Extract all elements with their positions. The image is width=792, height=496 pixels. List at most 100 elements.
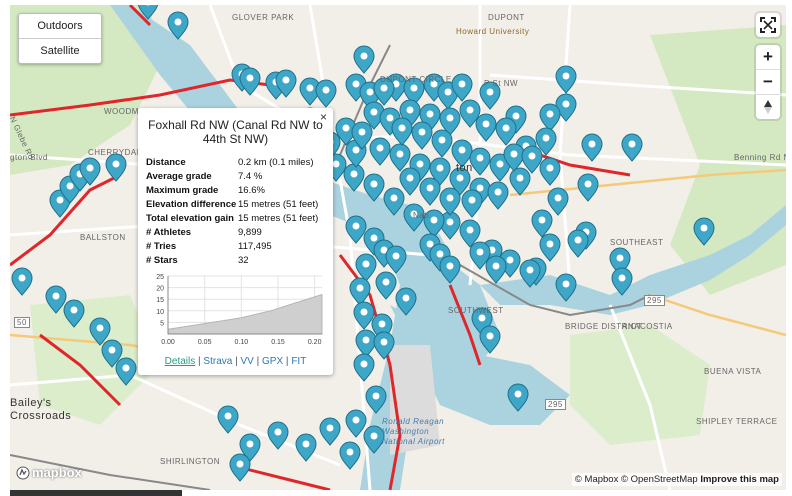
layer-satellite-button[interactable]: Satellite (19, 39, 101, 63)
segment-marker-dot (526, 266, 534, 274)
segment-marker-dot (542, 134, 550, 142)
label-route-295: 295 (644, 295, 665, 306)
label-benning-rd: Benning Rd NE (734, 153, 786, 162)
gpx-link[interactable]: GPX (262, 356, 283, 367)
segment-marker-dot (122, 364, 130, 372)
segment-marker-dot (492, 262, 500, 270)
popup-links: Details | Strava | VV | GPX | FIT (146, 356, 325, 367)
segment-marker-dot (430, 216, 438, 224)
segment-marker-dot (546, 110, 554, 118)
chart-ytick-label: 25 (156, 274, 164, 281)
segment-marker-dot (478, 314, 486, 322)
compass-icon (764, 100, 772, 114)
segment-marker-dot (516, 174, 524, 182)
mapbox-logo-text: mapbox (32, 465, 82, 480)
segment-marker-dot (358, 128, 366, 136)
mapbox-logo[interactable]: mapbox (16, 465, 82, 480)
label-dupont-circle: DUPONT CIRCLE (380, 75, 452, 84)
mapbox-logo-icon (16, 466, 30, 479)
segment-marker-dot (512, 112, 520, 120)
link-separator: | (256, 356, 260, 367)
segment-marker-dot (446, 114, 454, 122)
segment-marker-dot (376, 144, 384, 152)
segment-marker-dot (562, 280, 570, 288)
segment-marker-dot (506, 256, 514, 264)
layer-outdoors-button[interactable]: Outdoors (19, 14, 101, 39)
zoom-in-button[interactable]: + (756, 45, 780, 70)
segment-marker-dot (482, 120, 490, 128)
segment-marker-dot (378, 320, 386, 328)
chart-ytick-label: 10 (156, 309, 164, 316)
label-ballston: BALLSTON (80, 233, 126, 242)
segment-marker-dot (96, 324, 104, 332)
compass-button[interactable] (756, 95, 780, 119)
segment-marker-dot (444, 88, 452, 96)
vv-link[interactable]: VV (241, 356, 254, 367)
stat-label: # Athletes (146, 227, 192, 238)
attrib-mapbox-link[interactable]: © Mapbox (575, 474, 618, 485)
bottom-bar (10, 490, 182, 496)
segment-marker-dot (468, 196, 476, 204)
map-canvas[interactable]: GLOVER PARK Howard University DUPONT DUP… (10, 5, 786, 490)
segment-stats-table: Distance 0.2 km (0.1 miles) Average grade 7… (146, 156, 325, 268)
label-dupont-fragment: DUPONT (488, 13, 525, 22)
segment-marker-dot (362, 336, 370, 344)
navigation-control: + − (756, 45, 780, 119)
segment-marker-dot (466, 106, 474, 114)
segment-marker-dot (52, 292, 60, 300)
attrib-osm-link[interactable]: © OpenStreetMap (621, 474, 698, 485)
label-route-295b: 295 (545, 399, 566, 410)
fullscreen-button[interactable] (756, 13, 780, 37)
chart-ytick-label: 20 (156, 286, 164, 293)
segment-marker-dot (342, 124, 350, 132)
stat-value: 9,899 (238, 227, 262, 238)
segment-marker-dot (392, 252, 400, 260)
elevation-chart: 5 10 15 20 25 0.00 0.05 0.10 0.15 0.20 (156, 274, 323, 346)
strava-link[interactable]: Strava (203, 356, 232, 367)
segment-marker-dot (402, 294, 410, 302)
segment-marker-dot (426, 240, 434, 248)
stat-label: # Tries (146, 241, 177, 252)
segment-marker-dot (546, 240, 554, 248)
stat-row: Elevation difference 15 metres (51 feet) (146, 198, 325, 212)
stat-row: Total elevation gain 15 metres (51 feet) (146, 212, 325, 226)
segment-marker-dot (588, 140, 596, 148)
fit-link[interactable]: FIT (291, 356, 306, 367)
chart-xtick-label: 0.00 (161, 339, 175, 346)
link-separator: | (285, 356, 289, 367)
stat-value: 15 metres (51 feet) (238, 199, 319, 210)
zoom-out-button[interactable]: − (756, 70, 780, 95)
segment-marker-dot (56, 196, 64, 204)
segment-marker-dot (108, 346, 116, 354)
label-p-st: P St NW (484, 79, 519, 88)
segment-marker-dot (410, 84, 418, 92)
segment-marker-dot (360, 360, 368, 368)
chart-ytick-label: 15 (156, 297, 164, 304)
segment-marker-dot (370, 108, 378, 116)
segment-marker-dot (322, 86, 330, 94)
stat-row: Distance 0.2 km (0.1 miles) (146, 156, 325, 170)
chart-xtick-label: 0.05 (198, 339, 212, 346)
attrib-improve-link[interactable]: Improve this map (700, 474, 779, 485)
segment-marker-dot (418, 128, 426, 136)
fullscreen-control (756, 13, 780, 37)
popup-close-button[interactable]: × (320, 110, 327, 124)
stat-label: Average grade (146, 171, 212, 182)
chart-ytick-label: 5 (160, 320, 164, 327)
elevation-area (167, 293, 323, 335)
segment-marker-dot (380, 84, 388, 92)
layer-switcher: Outdoors Satellite (18, 13, 102, 64)
stat-label: Maximum grade (146, 185, 219, 196)
segment-marker-dot (350, 170, 358, 178)
stat-value: 32 (238, 255, 249, 266)
stat-label: # Stars (146, 255, 178, 266)
label-route-50: 50 (14, 317, 30, 328)
stat-row: # Stars 32 (146, 254, 325, 268)
label-anacostia: ANACOSTIA (622, 322, 673, 331)
segment-marker-dot (700, 224, 708, 232)
segment-marker-dot (246, 440, 254, 448)
segment-marker-dot (66, 182, 74, 190)
segment-marker-dot (486, 332, 494, 340)
details-link[interactable]: Details (165, 356, 196, 367)
segment-marker-dot (18, 274, 26, 282)
